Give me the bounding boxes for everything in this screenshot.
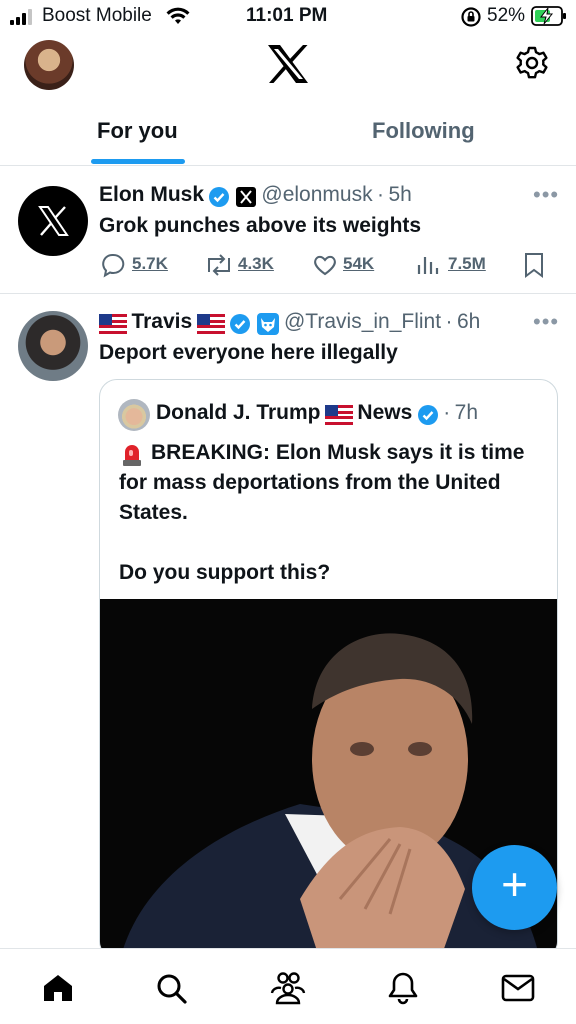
repost-icon[interactable] [204,252,234,278]
compose-icon: + [501,858,528,910]
compose-button[interactable]: + [472,845,557,930]
tab-for-you[interactable]: For you [97,118,178,144]
active-tab-indicator [91,159,185,164]
separator-dot: · [443,401,451,424]
like-count[interactable]: 54K [343,254,374,274]
us-flag-icon [324,404,353,425]
divider [0,165,576,166]
verified-badge-icon [417,404,438,425]
communities-icon[interactable] [270,971,306,1005]
bell-icon[interactable] [387,971,419,1005]
us-flag-icon [196,313,225,334]
repost-count[interactable]: 4.3K [238,254,274,274]
tweet-time: 5h [388,183,412,206]
reply-count[interactable]: 5.7K [132,254,168,274]
separator-dot: · [377,183,385,206]
tab-following[interactable]: Following [372,118,475,144]
quoted-author-suffix: News [357,401,413,424]
quoted-question: Do you support this? [119,561,331,584]
quoted-time: 7h [454,401,478,424]
divider [0,293,576,294]
verified-badge-icon [209,186,230,207]
cat-badge-icon [256,312,279,335]
views-count[interactable]: 7.5M [448,254,486,274]
battery-icon [531,6,566,26]
quoted-header: Donald J. Trump News · 7h [156,401,478,426]
like-icon[interactable] [312,252,338,278]
tweet-header: Elon Musk @elonmusk · 5h [99,183,412,208]
separator-dot: · [445,310,453,333]
carrier-name: Boost Mobile [42,5,152,26]
views-icon[interactable] [415,252,441,278]
author-name[interactable]: Travis [131,310,192,333]
clock: 11:01 PM [246,5,328,26]
tweet-header: Travis @Travis_in_Flint · 6h [99,310,480,336]
author-handle[interactable]: @Travis_in_Flint [284,310,441,333]
tweet-text: Grok punches above its weights [99,214,422,237]
verified-badge-icon [230,313,251,334]
tweet-time: 6h [456,310,481,333]
status-bar: Boost Mobile 11:01 PM 52% [0,0,576,34]
mail-icon[interactable] [501,974,535,1002]
profile-avatar[interactable] [24,40,74,90]
author-name[interactable]: Elon Musk [99,183,204,206]
tweet-text: Deport everyone here illegally [99,341,398,364]
rotation-lock-icon [461,7,481,27]
quoted-text: BREAKING: Elon Musk says it is time for … [119,441,525,524]
gear-icon[interactable] [514,45,550,81]
author-handle[interactable]: @elonmusk [261,183,372,206]
tweet-avatar[interactable] [18,186,88,256]
us-flag-icon [99,313,127,334]
affiliate-x-badge-icon [235,186,256,207]
bottom-nav [0,948,576,1024]
wifi-icon [166,7,190,24]
quoted-author-name: Donald J. Trump [156,401,321,424]
quoted-author-avatar [118,399,150,431]
x-logo-icon [268,45,308,83]
more-options-icon[interactable]: ••• [533,309,559,335]
reply-icon[interactable] [100,252,126,278]
battery-percent: 52% [487,5,526,26]
home-icon[interactable] [42,973,74,1003]
x-logo-icon [38,206,69,236]
bookmark-icon[interactable] [523,252,545,278]
tweet-avatar[interactable] [18,311,88,381]
search-icon[interactable] [156,973,188,1005]
more-options-icon[interactable]: ••• [533,182,559,208]
signal-icon [10,9,32,25]
